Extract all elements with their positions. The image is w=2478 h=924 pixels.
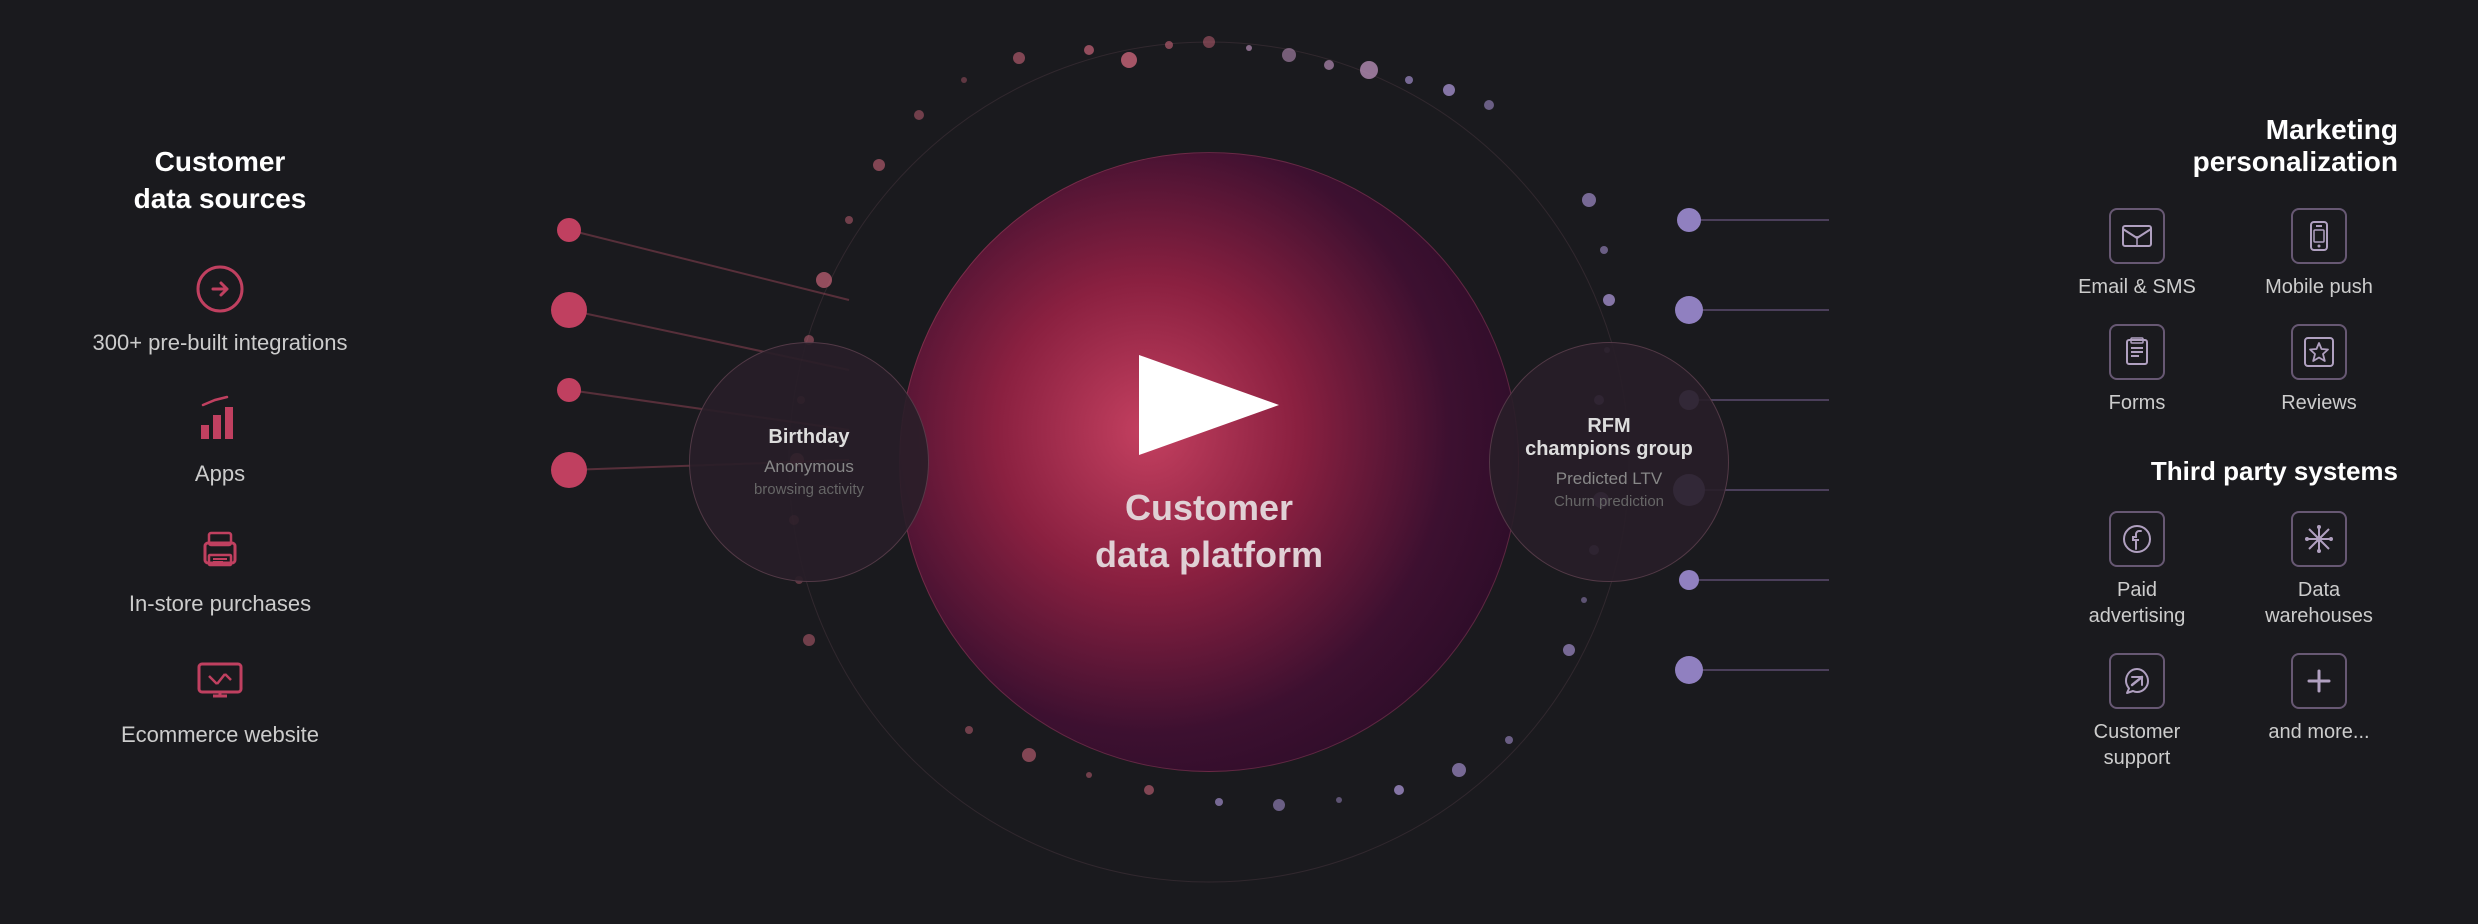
customer-support-label: Customersupport [2094,719,2181,771]
rfm-label: RFMchampions group [1525,415,1693,461]
right-panel: Marketingpersonalization Email & SMS [2038,74,2418,851]
forms-item: Forms [2058,324,2216,416]
email-sms-item: Email & SMS [2058,208,2216,300]
left-bubble: Birthday Anonymous browsing activity [689,342,929,582]
and-more-label: and more... [2268,719,2369,745]
marketing-grid: Email & SMS Mobile push [2058,208,2398,416]
birthday-label: Birthday [754,426,864,449]
center-area: Customerdata platform Birthday Anonymous… [380,0,2038,924]
integrations-label: 300+ pre-built integrations [93,329,348,358]
browsing-label: browsing activity [754,481,864,498]
data-warehouses-item: Datawarehouses [2240,511,2398,629]
left-panel-title: Customerdata sources [134,144,307,217]
source-ecommerce: Ecommerce website [121,649,319,750]
marketing-title: Marketingpersonalization [2058,114,2398,178]
cdp-title: Customerdata platform [1095,485,1323,579]
printer-icon [188,518,252,582]
snowflake-icon [2291,511,2347,567]
clipboard-icon [2109,324,2165,380]
and-more-item: and more... [2240,653,2398,771]
source-integrations: 300+ pre-built integrations [93,257,348,358]
email-sms-label: Email & SMS [2078,274,2196,300]
plus-icon [2291,653,2347,709]
cdp-circle: Customerdata platform [899,152,1519,772]
apps-label: Apps [195,460,245,489]
arrow-circle-icon [188,257,252,321]
left-panel: Customerdata sources 300+ pre-built inte… [60,104,380,819]
third-party-title: Third party systems [2058,456,2398,487]
cdp-logo-icon [1119,345,1299,465]
store-label: In-store purchases [129,590,311,619]
ecommerce-label: Ecommerce website [121,721,319,750]
source-apps: Apps [188,388,252,489]
zendesk-icon [2109,653,2165,709]
paid-advertising-label: Paidadvertising [2089,577,2186,629]
third-party-grid: Paidadvertising Data [2058,511,2398,771]
mobile-icon [2291,208,2347,264]
main-container: Customerdata sources 300+ pre-built inte… [0,0,2478,924]
right-bubble-content: RFMchampions group Predicted LTV Churn p… [1509,399,1709,526]
mobile-push-label: Mobile push [2265,274,2373,300]
screen-icon [188,649,252,713]
data-warehouses-label: Datawarehouses [2265,577,2373,629]
customer-support-item: Customersupport [2058,653,2216,771]
reviews-label: Reviews [2281,390,2357,416]
source-store: In-store purchases [129,518,311,619]
paid-advertising-item: Paidadvertising [2058,511,2216,629]
mobile-push-item: Mobile push [2240,208,2398,300]
facebook-icon [2109,511,2165,567]
bar-chart-icon [188,388,252,452]
star-icon [2291,324,2347,380]
reviews-item: Reviews [2240,324,2398,416]
right-bubble: RFMchampions group Predicted LTV Churn p… [1489,342,1729,582]
anonymous-label: Anonymous [754,457,864,477]
left-bubble-content: Birthday Anonymous browsing activity [738,410,880,514]
envelope-icon [2109,208,2165,264]
churn-label: Churn prediction [1525,493,1693,510]
ltv-label: Predicted LTV [1525,469,1693,489]
forms-label: Forms [2109,390,2166,416]
